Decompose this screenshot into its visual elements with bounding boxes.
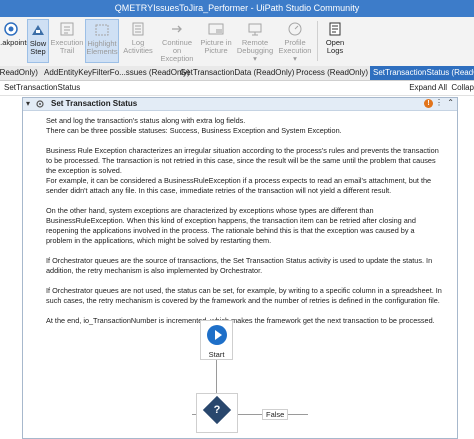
- breakpoints-label: ...akpoints: [0, 38, 31, 47]
- log-activities-button[interactable]: Log Activities: [120, 19, 156, 63]
- slow-step-label-2: Step: [30, 47, 46, 56]
- open-logs-icon: [329, 22, 341, 36]
- continue-on-exception-icon: [172, 25, 182, 33]
- highlight-elements-label-2: Elements: [86, 47, 118, 56]
- collapse-chevron-icon[interactable]: ▾: [26, 99, 30, 108]
- open-logs-button[interactable]: Open Logs: [321, 19, 349, 63]
- more-options-icon[interactable]: ⋮: [435, 98, 443, 107]
- annotation-paragraph-1: Set and log the transaction's status alo…: [46, 116, 342, 135]
- tab-get-transaction-data[interactable]: GetTransactionData (ReadOnly): [180, 66, 294, 80]
- log-activities-icon: [132, 22, 144, 36]
- continue-on-exception-label-2: Exception: [160, 54, 194, 63]
- profile-execution-label-2: Execution ▾: [278, 46, 312, 63]
- activity-gear-icon: [36, 100, 44, 108]
- breadcrumb[interactable]: SetTransactionStatus: [4, 83, 80, 92]
- profile-execution-button[interactable]: Profile Execution ▾: [276, 19, 314, 63]
- sequence-title: Set Transaction Status: [51, 99, 138, 108]
- sequence-header: ▾ Set Transaction Status ! ⋮ ⌃: [23, 98, 457, 111]
- false-branch-label: False: [262, 409, 289, 420]
- tab-process[interactable]: Process (ReadOnly): [296, 66, 368, 80]
- warning-icon[interactable]: !: [424, 99, 433, 108]
- breakpoint-icon: [4, 22, 18, 36]
- open-logs-label-2: Logs: [326, 46, 344, 55]
- picture-in-picture-button[interactable]: Picture in Picture: [198, 19, 234, 63]
- execution-trail-button[interactable]: Execution Trail: [50, 19, 84, 63]
- remote-debugging-icon: [248, 23, 262, 36]
- sequence-container[interactable]: ▾ Set Transaction Status ! ⋮ ⌃ Set and l…: [22, 97, 458, 439]
- execution-trail-icon: [60, 22, 74, 36]
- tab-readonly[interactable]: (ReadOnly): [0, 66, 38, 80]
- remote-debugging-label-2: Debugging ▾: [236, 46, 274, 63]
- annotation-paragraph-3: On the other hand, system exceptions are…: [46, 206, 416, 245]
- document-tabs: (ReadOnly) AddEntityKeyFilterFo...ssues …: [0, 66, 474, 81]
- picture-in-picture-icon: [208, 23, 224, 35]
- profile-execution-icon: [288, 22, 302, 36]
- highlight-elements-button[interactable]: Highlight Elements: [85, 19, 119, 63]
- debug-ribbon: ...akpoints Slow Step Execution Trail Hi…: [0, 17, 474, 67]
- continue-on-exception-label-1: Continue on: [161, 38, 193, 55]
- expand-all-link[interactable]: Expand All: [409, 83, 447, 92]
- annotation-paragraph-4: If Orchestrator queues are the source of…: [46, 256, 433, 275]
- designer-canvas: ▾ Set Transaction Status ! ⋮ ⌃ Set and l…: [0, 96, 474, 439]
- ribbon-separator: [317, 21, 318, 61]
- collapse-all-link[interactable]: Collap: [451, 83, 474, 92]
- tab-set-transaction-status[interactable]: SetTransactionStatus (ReadOnly): [370, 66, 474, 80]
- breakpoints-button[interactable]: ...akpoints: [0, 19, 30, 63]
- title-bar: QMETRYIssuesToJira_Performer - UiPath St…: [0, 0, 474, 17]
- breadcrumb-bar: SetTransactionStatus Expand All Collap: [0, 81, 474, 96]
- slow-step-button[interactable]: Slow Step: [27, 19, 49, 63]
- picture-in-picture-label-2: Picture: [204, 46, 228, 55]
- log-activities-label-2: Activities: [123, 46, 153, 55]
- annotation-paragraph-5: If Orchestrator queues are not used, the…: [46, 286, 442, 305]
- remote-debugging-button[interactable]: Remote Debugging ▾: [235, 19, 275, 63]
- sequence-annotation: Set and log the transaction's status alo…: [46, 116, 442, 336]
- start-label: Start: [208, 350, 225, 359]
- annotation-paragraph-2: Business Rule Exception characterizes an…: [46, 146, 439, 195]
- start-node[interactable]: Start: [200, 320, 233, 360]
- decision-question-icon: ?: [213, 404, 221, 416]
- continue-on-exception-button[interactable]: Continue on Exception: [157, 19, 197, 63]
- slow-step-icon: [32, 25, 44, 35]
- annotation-paragraph-6: At the end, io_TransactionNumber is incr…: [46, 316, 435, 325]
- window-title: QMETRYIssuesToJira_Performer - UiPath St…: [114, 3, 360, 13]
- highlight-elements-icon: [95, 24, 109, 36]
- collapse-up-icon[interactable]: ⌃: [447, 98, 454, 107]
- execution-trail-label-2: Trail: [59, 46, 75, 55]
- tab-add-entity-key-filter[interactable]: AddEntityKeyFilterFo...ssues (ReadOnly): [44, 66, 190, 80]
- start-play-icon: [207, 325, 227, 345]
